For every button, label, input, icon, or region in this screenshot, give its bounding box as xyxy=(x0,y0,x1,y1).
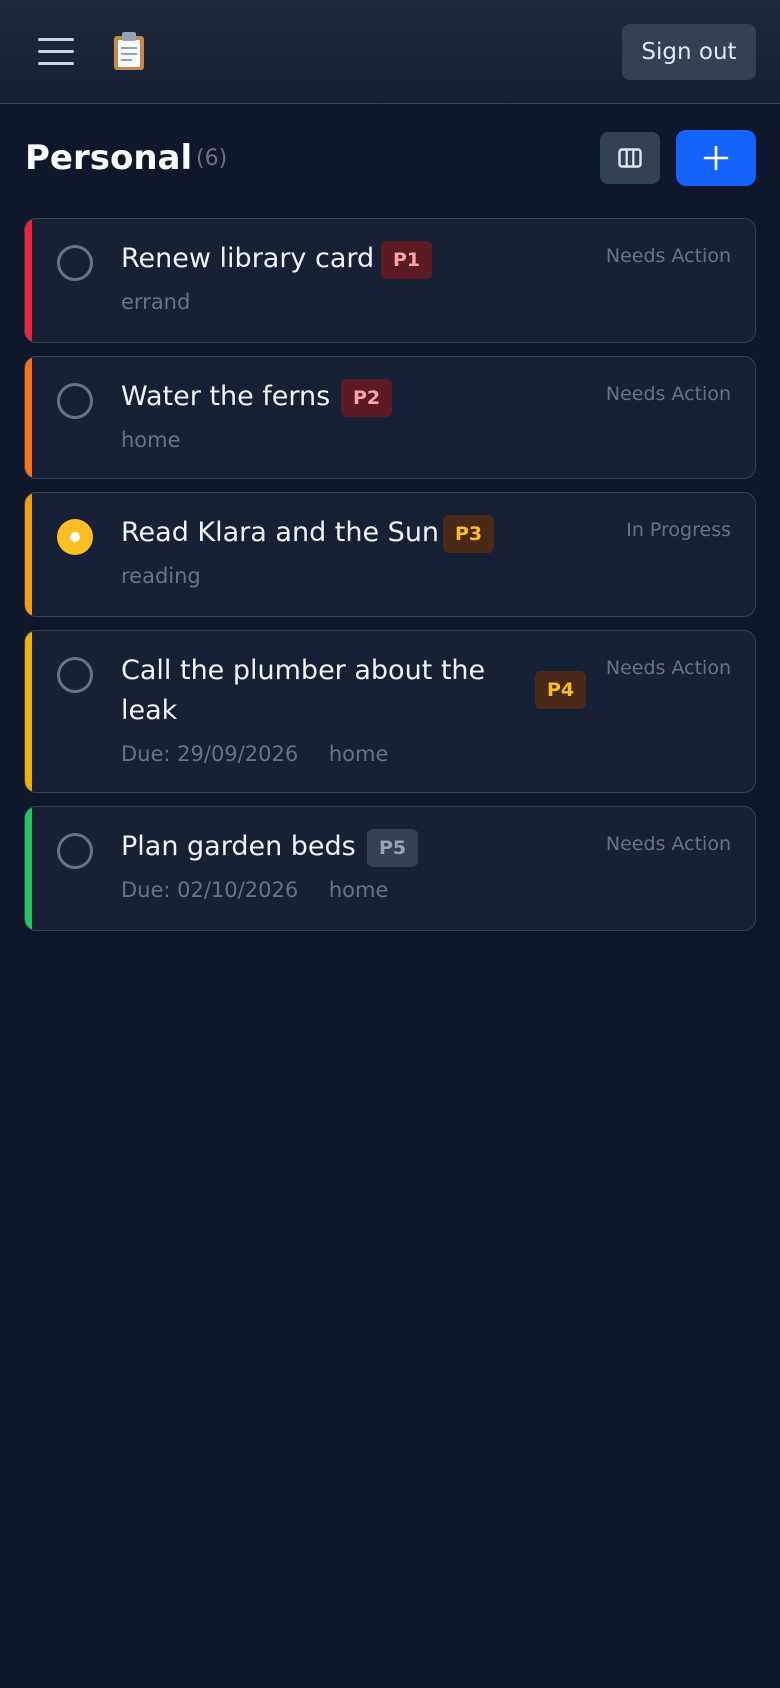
columns-icon xyxy=(618,148,642,168)
due-date: Due: 02/10/2026 xyxy=(121,878,299,902)
task-card[interactable]: Call the plumber about the leak P4 Needs… xyxy=(24,630,756,793)
task-title: Water the ferns xyxy=(121,381,331,412)
sign-out-button[interactable]: Sign out xyxy=(622,24,756,80)
task-title: Read Klara and the Sun xyxy=(121,517,440,548)
task-title: Renew library card xyxy=(121,243,375,274)
task-tag: home xyxy=(328,878,389,902)
task-meta: home xyxy=(121,425,181,455)
task-count: (6) xyxy=(196,146,228,171)
priority-bar xyxy=(25,807,32,930)
priority-badge: P3 xyxy=(443,515,495,553)
status-toggle[interactable] xyxy=(57,245,93,281)
task-title: Plan garden beds xyxy=(121,831,356,862)
task-tag: errand xyxy=(121,290,191,314)
priority-badge: P5 xyxy=(367,829,419,867)
task-card[interactable]: Plan garden beds P5 Needs Action Due: 02… xyxy=(24,806,756,931)
task-card[interactable]: Read Klara and the Sun P3 In Progress re… xyxy=(24,492,756,617)
task-title-line: leak xyxy=(121,695,178,726)
status-toggle[interactable] xyxy=(57,657,93,693)
status-toggle[interactable] xyxy=(57,383,93,419)
task-meta: reading xyxy=(121,561,201,591)
priority-badge: P1 xyxy=(381,241,433,279)
due-date: Due: 29/09/2026 xyxy=(121,742,299,766)
status-label: In Progress xyxy=(626,519,731,541)
status-toggle[interactable] xyxy=(57,833,93,869)
status-label: Needs Action xyxy=(605,833,731,855)
task-meta: Due: 29/09/2026 home xyxy=(121,739,388,769)
task-card[interactable]: Water the ferns P2 Needs Action home xyxy=(24,356,756,479)
task-card[interactable]: Renew library card P1 Needs Action erran… xyxy=(24,218,756,343)
plus-icon xyxy=(703,145,729,171)
priority-bar xyxy=(25,357,32,478)
task-meta: Due: 02/10/2026 home xyxy=(121,875,388,905)
menu-button[interactable] xyxy=(30,30,82,74)
status-label: Needs Action xyxy=(605,245,731,267)
priority-bar xyxy=(25,631,32,792)
task-title-line: Call the plumber about the xyxy=(121,655,486,686)
task-tag: home xyxy=(121,428,181,452)
list-title: Personal xyxy=(25,138,193,178)
add-task-button[interactable] xyxy=(676,130,756,186)
status-toggle[interactable] xyxy=(57,519,93,555)
clipboard-icon xyxy=(114,32,144,70)
status-label: Needs Action xyxy=(605,383,731,405)
hamburger-menu-icon xyxy=(38,38,74,41)
priority-badge: P2 xyxy=(341,379,393,417)
top-bar: Sign out xyxy=(0,0,780,104)
task-meta: errand xyxy=(121,287,190,317)
task-title: Call the plumber about the leak xyxy=(121,651,485,731)
priority-bar xyxy=(25,219,32,342)
hamburger-menu-icon xyxy=(38,62,74,65)
status-label: Needs Action xyxy=(605,657,731,679)
hamburger-menu-icon xyxy=(38,50,74,53)
task-tag: reading xyxy=(121,564,201,588)
priority-bar xyxy=(25,493,32,616)
board-view-button[interactable] xyxy=(600,132,660,184)
priority-badge: P4 xyxy=(535,671,587,709)
task-tag: home xyxy=(328,742,389,766)
